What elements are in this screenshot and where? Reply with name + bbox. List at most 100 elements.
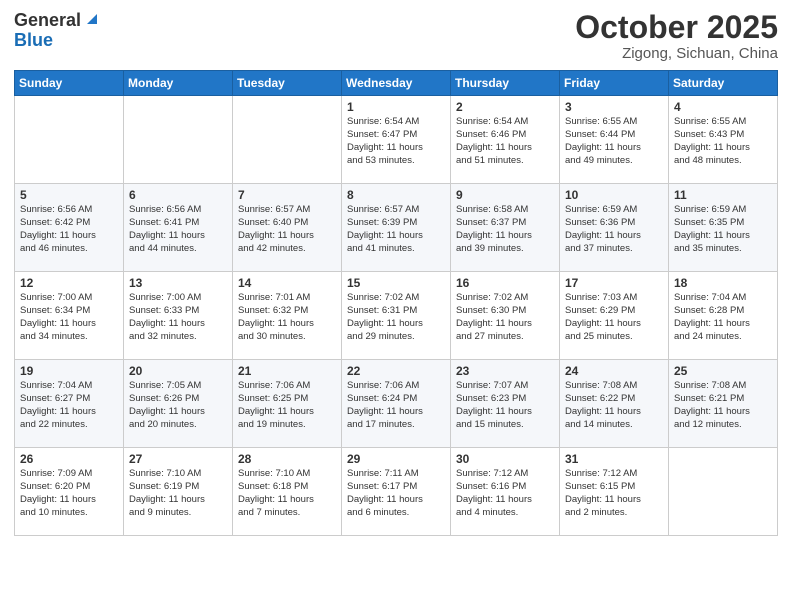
table-row: 12 Sunrise: 7:00 AM Sunset: 6:34 PM Dayli…: [15, 272, 124, 360]
table-row: 27 Sunrise: 7:10 AM Sunset: 6:19 PM Dayli…: [124, 448, 233, 536]
table-row: 13 Sunrise: 7:00 AM Sunset: 6:33 PM Dayli…: [124, 272, 233, 360]
day-number: 18: [674, 276, 772, 290]
header-thursday: Thursday: [451, 71, 560, 96]
day-number: 25: [674, 364, 772, 378]
calendar-week-row: 1Sunrise: 6:54 AM Sunset: 6:47 PM Daylig…: [15, 96, 778, 184]
day-number: 8: [347, 188, 445, 202]
table-row: 6 Sunrise: 6:56 AM Sunset: 6:41 PM Daylig…: [124, 184, 233, 272]
table-row: 24Sunrise: 7:08 AM Sunset: 6:22 PM Dayli…: [560, 360, 669, 448]
table-row: 15Sunrise: 7:02 AM Sunset: 6:31 PM Dayli…: [342, 272, 451, 360]
day-info: Sunrise: 7:00 AM Sunset: 6:34 PM Dayligh…: [20, 292, 118, 343]
table-row: 19Sunrise: 7:04 AM Sunset: 6:27 PM Dayli…: [15, 360, 124, 448]
day-info: Sunrise: 7:11 AM Sunset: 6:17 PM Dayligh…: [347, 468, 445, 519]
day-number: 17: [565, 276, 663, 290]
day-number: 16: [456, 276, 554, 290]
day-number: 13: [129, 276, 227, 290]
day-info: Sunrise: 7:01 AM Sunset: 6:32 PM Dayligh…: [238, 292, 336, 343]
day-info: Sunrise: 6:57 AM Sunset: 6:40 PM Dayligh…: [238, 204, 336, 255]
logo-general-text: General: [14, 11, 81, 31]
calendar-location: Zigong, Sichuan, China: [575, 45, 778, 62]
calendar-week-row: 26 Sunrise: 7:09 AM Sunset: 6:20 PM Dayli…: [15, 448, 778, 536]
table-row: 5 Sunrise: 6:56 AM Sunset: 6:42 PM Daylig…: [15, 184, 124, 272]
table-row: 28Sunrise: 7:10 AM Sunset: 6:18 PM Dayli…: [233, 448, 342, 536]
weekday-header-row: Sunday Monday Tuesday Wednesday Thursday…: [15, 71, 778, 96]
table-row: [124, 96, 233, 184]
table-row: 1Sunrise: 6:54 AM Sunset: 6:47 PM Daylig…: [342, 96, 451, 184]
table-row: 23 Sunrise: 7:07 AM Sunset: 6:23 PM Dayli…: [451, 360, 560, 448]
table-row: 2Sunrise: 6:54 AM Sunset: 6:46 PM Daylig…: [451, 96, 560, 184]
table-row: 11Sunrise: 6:59 AM Sunset: 6:35 PM Dayli…: [669, 184, 778, 272]
day-info: Sunrise: 6:57 AM Sunset: 6:39 PM Dayligh…: [347, 204, 445, 255]
day-number: 6: [129, 188, 227, 202]
day-number: 9: [456, 188, 554, 202]
day-number: 10: [565, 188, 663, 202]
day-info: Sunrise: 6:55 AM Sunset: 6:44 PM Dayligh…: [565, 116, 663, 167]
day-info: Sunrise: 7:10 AM Sunset: 6:18 PM Dayligh…: [238, 468, 336, 519]
logo-triangle-icon: [83, 10, 99, 26]
table-row: 3 Sunrise: 6:55 AM Sunset: 6:44 PM Daylig…: [560, 96, 669, 184]
table-row: 25 Sunrise: 7:08 AM Sunset: 6:21 PM Dayli…: [669, 360, 778, 448]
table-row: 29Sunrise: 7:11 AM Sunset: 6:17 PM Dayli…: [342, 448, 451, 536]
table-row: [233, 96, 342, 184]
day-info: Sunrise: 7:12 AM Sunset: 6:16 PM Dayligh…: [456, 468, 554, 519]
day-number: 14: [238, 276, 336, 290]
table-row: 14 Sunrise: 7:01 AM Sunset: 6:32 PM Dayli…: [233, 272, 342, 360]
day-number: 27: [129, 452, 227, 466]
day-number: 20: [129, 364, 227, 378]
day-info: Sunrise: 6:55 AM Sunset: 6:43 PM Dayligh…: [674, 116, 772, 167]
day-info: Sunrise: 7:04 AM Sunset: 6:28 PM Dayligh…: [674, 292, 772, 343]
table-row: [669, 448, 778, 536]
day-info: Sunrise: 7:06 AM Sunset: 6:25 PM Dayligh…: [238, 380, 336, 431]
day-number: 3: [565, 100, 663, 114]
logo: General Blue: [14, 10, 99, 51]
day-number: 5: [20, 188, 118, 202]
table-row: 30 Sunrise: 7:12 AM Sunset: 6:16 PM Dayli…: [451, 448, 560, 536]
day-info: Sunrise: 7:08 AM Sunset: 6:21 PM Dayligh…: [674, 380, 772, 431]
title-block: October 2025 Zigong, Sichuan, China: [575, 10, 778, 62]
header-monday: Monday: [124, 71, 233, 96]
table-row: 20Sunrise: 7:05 AM Sunset: 6:26 PM Dayli…: [124, 360, 233, 448]
calendar-title: October 2025: [575, 10, 778, 45]
calendar-week-row: 12 Sunrise: 7:00 AM Sunset: 6:34 PM Dayli…: [15, 272, 778, 360]
logo-blue-text: Blue: [14, 30, 53, 50]
calendar-table: Sunday Monday Tuesday Wednesday Thursday…: [14, 70, 778, 536]
day-number: 19: [20, 364, 118, 378]
page-container: General Blue October 2025 Zigong, Sichua…: [0, 0, 792, 612]
day-number: 30: [456, 452, 554, 466]
table-row: 4Sunrise: 6:55 AM Sunset: 6:43 PM Daylig…: [669, 96, 778, 184]
day-number: 7: [238, 188, 336, 202]
day-info: Sunrise: 7:09 AM Sunset: 6:20 PM Dayligh…: [20, 468, 118, 519]
day-info: Sunrise: 7:08 AM Sunset: 6:22 PM Dayligh…: [565, 380, 663, 431]
table-row: 18 Sunrise: 7:04 AM Sunset: 6:28 PM Dayli…: [669, 272, 778, 360]
day-info: Sunrise: 7:03 AM Sunset: 6:29 PM Dayligh…: [565, 292, 663, 343]
day-info: Sunrise: 6:59 AM Sunset: 6:35 PM Dayligh…: [674, 204, 772, 255]
table-row: [15, 96, 124, 184]
table-row: 7 Sunrise: 6:57 AM Sunset: 6:40 PM Daylig…: [233, 184, 342, 272]
table-row: 10 Sunrise: 6:59 AM Sunset: 6:36 PM Dayli…: [560, 184, 669, 272]
day-info: Sunrise: 6:56 AM Sunset: 6:41 PM Dayligh…: [129, 204, 227, 255]
day-number: 31: [565, 452, 663, 466]
day-number: 21: [238, 364, 336, 378]
day-info: Sunrise: 7:10 AM Sunset: 6:19 PM Dayligh…: [129, 468, 227, 519]
day-info: Sunrise: 6:54 AM Sunset: 6:46 PM Dayligh…: [456, 116, 554, 167]
day-info: Sunrise: 7:00 AM Sunset: 6:33 PM Dayligh…: [129, 292, 227, 343]
day-info: Sunrise: 6:58 AM Sunset: 6:37 PM Dayligh…: [456, 204, 554, 255]
day-info: Sunrise: 6:56 AM Sunset: 6:42 PM Dayligh…: [20, 204, 118, 255]
header-sunday: Sunday: [15, 71, 124, 96]
day-number: 22: [347, 364, 445, 378]
table-row: 21 Sunrise: 7:06 AM Sunset: 6:25 PM Dayli…: [233, 360, 342, 448]
day-number: 26: [20, 452, 118, 466]
table-row: 17 Sunrise: 7:03 AM Sunset: 6:29 PM Dayli…: [560, 272, 669, 360]
day-info: Sunrise: 6:59 AM Sunset: 6:36 PM Dayligh…: [565, 204, 663, 255]
day-number: 23: [456, 364, 554, 378]
day-info: Sunrise: 7:12 AM Sunset: 6:15 PM Dayligh…: [565, 468, 663, 519]
day-info: Sunrise: 7:07 AM Sunset: 6:23 PM Dayligh…: [456, 380, 554, 431]
table-row: 26 Sunrise: 7:09 AM Sunset: 6:20 PM Dayli…: [15, 448, 124, 536]
table-row: 22Sunrise: 7:06 AM Sunset: 6:24 PM Dayli…: [342, 360, 451, 448]
day-number: 12: [20, 276, 118, 290]
day-number: 1: [347, 100, 445, 114]
day-number: 15: [347, 276, 445, 290]
calendar-week-row: 19Sunrise: 7:04 AM Sunset: 6:27 PM Dayli…: [15, 360, 778, 448]
table-row: 16Sunrise: 7:02 AM Sunset: 6:30 PM Dayli…: [451, 272, 560, 360]
calendar-week-row: 5 Sunrise: 6:56 AM Sunset: 6:42 PM Daylig…: [15, 184, 778, 272]
